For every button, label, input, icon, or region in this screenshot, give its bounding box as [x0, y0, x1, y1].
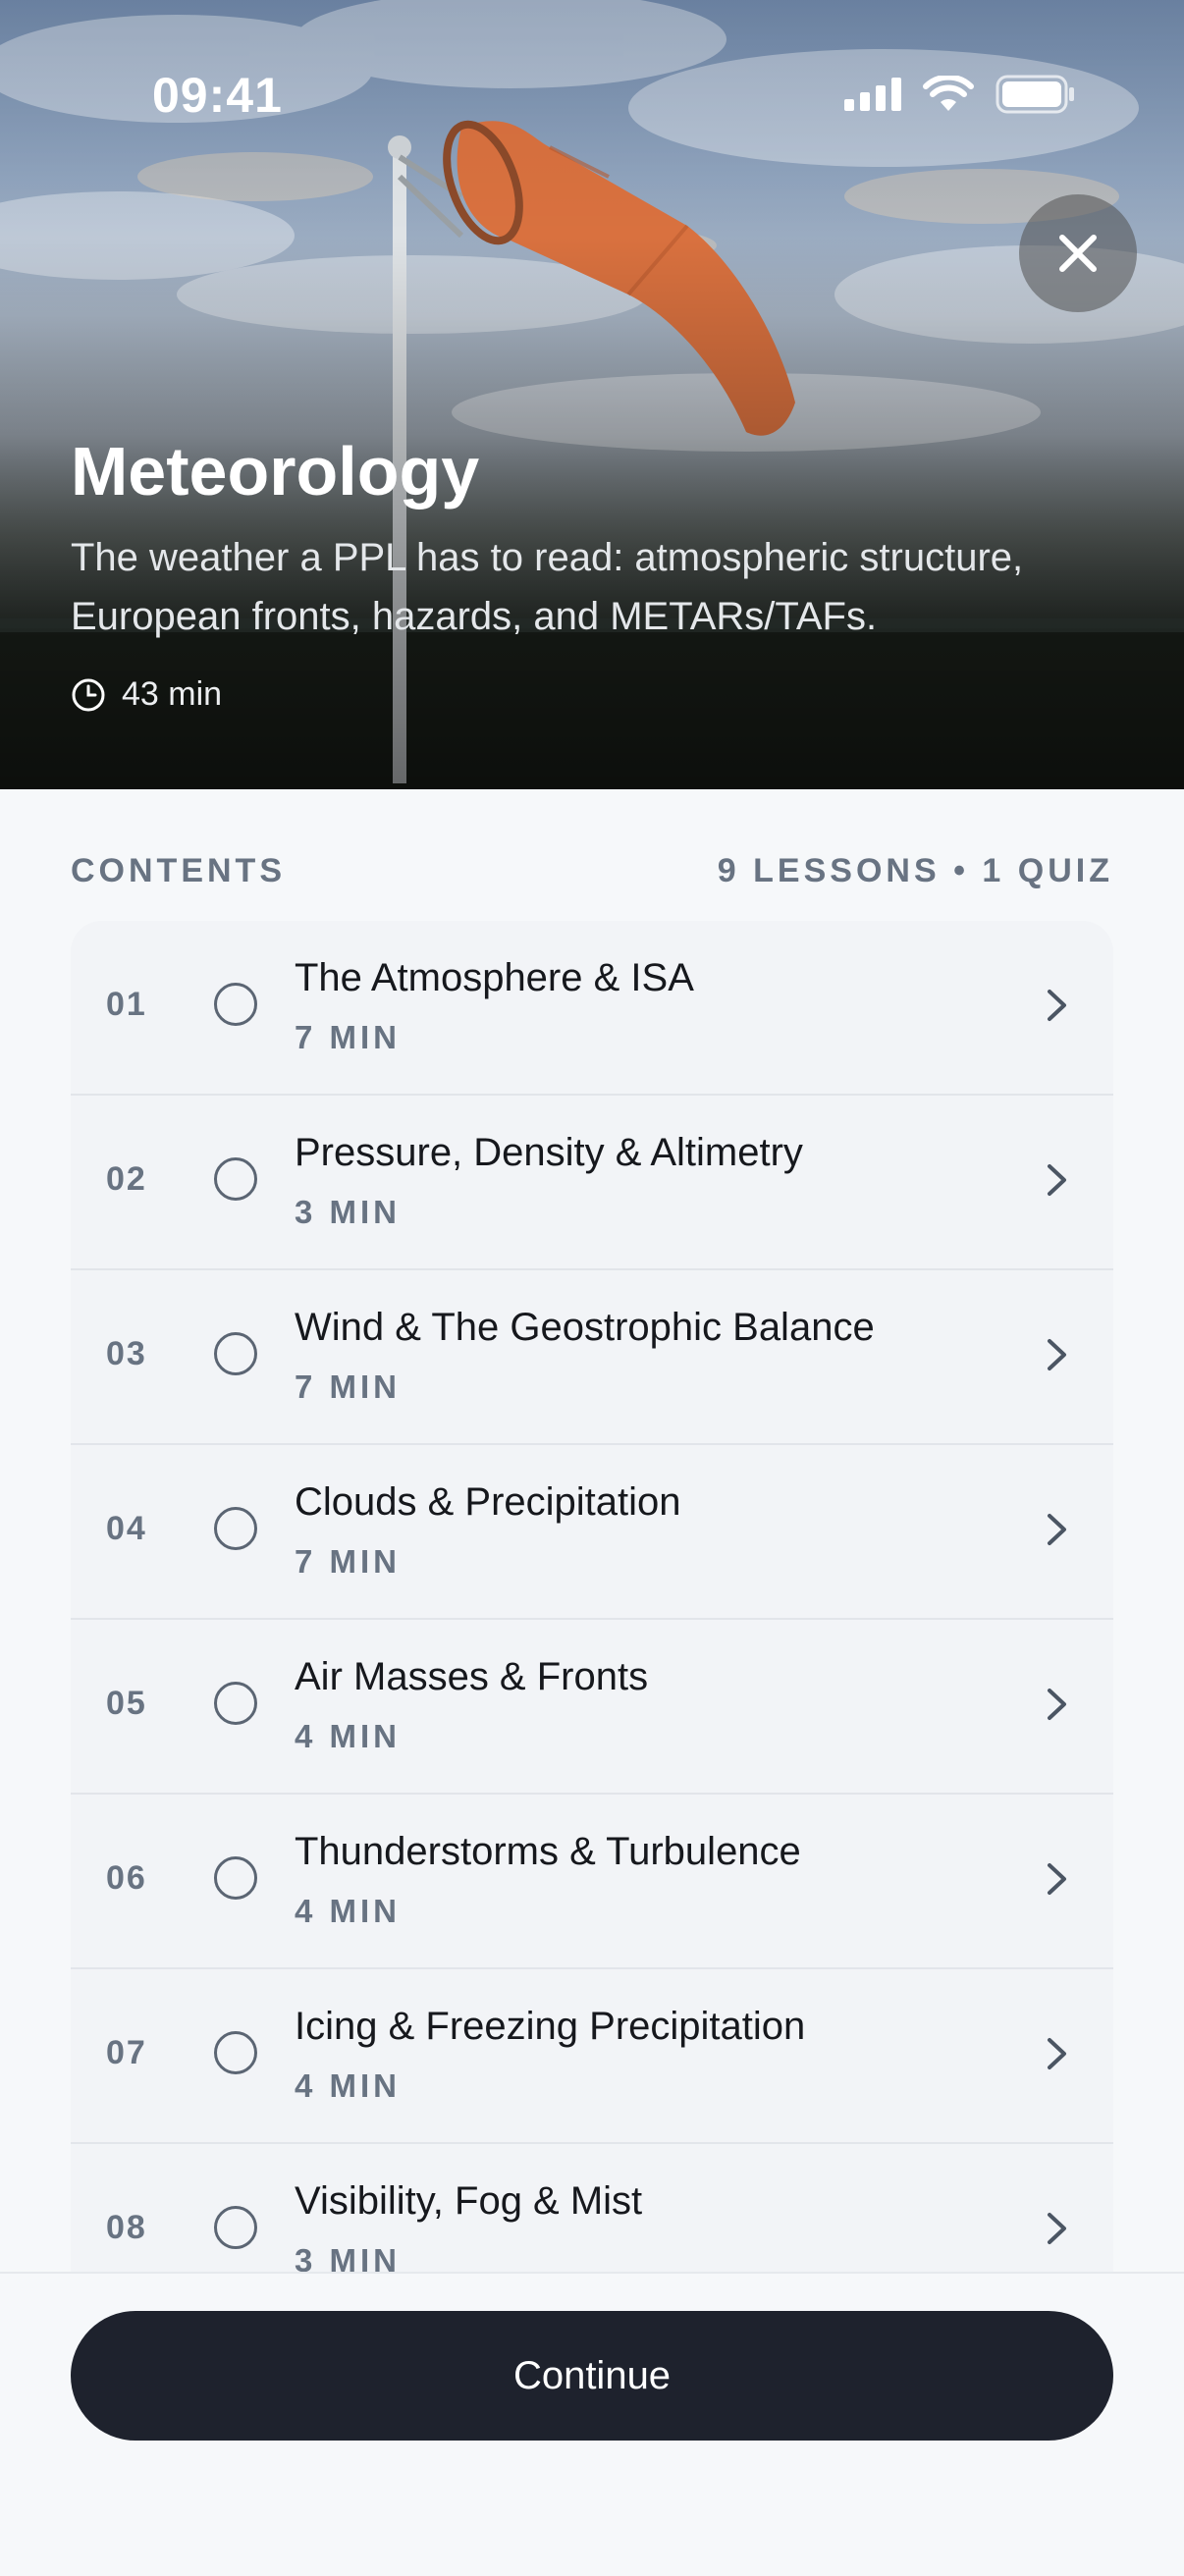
lesson-title: Pressure, Density & Altimetry — [295, 1131, 803, 1174]
lesson-number: 04 — [106, 1510, 147, 1547]
lesson-title: Air Masses & Fronts — [295, 1655, 649, 1698]
chevron-right-icon — [1048, 1863, 1066, 1895]
radio-circle-icon — [214, 1682, 257, 1725]
duration-text: 43 min — [122, 675, 223, 713]
contents-summary: 9 LESSONS • 1 QUIZ — [717, 852, 1113, 889]
lesson-row[interactable]: 06 Thunderstorms & Turbulence 4 MIN — [71, 1795, 1113, 1969]
lesson-row[interactable]: 05 Air Masses & Fronts 4 MIN — [71, 1620, 1113, 1795]
page-title: Meteorology — [71, 433, 480, 510]
contents-heading: CONTENTS — [71, 852, 286, 889]
lesson-title: Icing & Freezing Precipitation — [295, 2005, 806, 2048]
lesson-number: 05 — [106, 1685, 147, 1722]
clock-icon — [72, 678, 105, 711]
status-time: 09:41 — [152, 68, 283, 123]
lesson-duration: 4 MIN — [295, 1718, 402, 1754]
bottom-action-bar: Continue — [0, 2272, 1184, 2576]
wifi-icon — [923, 76, 974, 111]
course-description: The weather a PPL has to read: atmospher… — [71, 536, 1024, 638]
continue-button[interactable]: Continue — [71, 2311, 1113, 2441]
radio-circle-icon — [214, 1332, 257, 1375]
lesson-title: Thunderstorms & Turbulence — [295, 1830, 801, 1873]
chevron-right-icon — [1048, 1689, 1066, 1720]
signal-icon — [844, 78, 901, 111]
radio-circle-icon — [214, 1856, 257, 1900]
lesson-number: 06 — [106, 1859, 147, 1897]
status-bar: 09:41 — [0, 0, 1184, 128]
lesson-duration: 4 MIN — [295, 1893, 402, 1929]
lesson-number: 01 — [106, 986, 147, 1023]
contents-header: CONTENTS 9 LESSONS • 1 QUIZ — [71, 852, 1113, 890]
lesson-duration: 7 MIN — [295, 1368, 402, 1405]
close-icon — [1059, 235, 1097, 272]
lesson-number: 08 — [106, 2209, 147, 2246]
chevron-right-icon — [1048, 1164, 1066, 1196]
lesson-number: 07 — [106, 2034, 147, 2071]
lesson-duration: 4 MIN — [295, 2067, 402, 2104]
radio-circle-icon — [214, 983, 257, 1026]
radio-circle-icon — [214, 2031, 257, 2074]
chevron-right-icon — [1048, 2038, 1066, 2069]
radio-circle-icon — [214, 2206, 257, 2249]
lesson-duration: 7 MIN — [295, 1019, 402, 1055]
lesson-row[interactable]: 04 Clouds & Precipitation 7 MIN — [71, 1445, 1113, 1620]
hero-header: 09:41 Meteorology The weather a PPL has … — [0, 0, 1184, 789]
lesson-row[interactable]: 02 Pressure, Density & Altimetry 3 MIN — [71, 1096, 1113, 1270]
lesson-number: 03 — [106, 1335, 147, 1372]
lesson-duration: 7 MIN — [295, 1543, 402, 1580]
lesson-duration: 3 MIN — [295, 1194, 402, 1230]
status-icons — [844, 75, 1076, 114]
lesson-title: Wind & The Geostrophic Balance — [295, 1306, 875, 1349]
lesson-row[interactable]: 07 Icing & Freezing Precipitation 4 MIN — [71, 1969, 1113, 2144]
lesson-row[interactable]: 01 The Atmosphere & ISA 7 MIN — [71, 921, 1113, 1096]
radio-circle-icon — [214, 1507, 257, 1550]
lesson-title: Visibility, Fog & Mist — [295, 2179, 643, 2223]
close-button[interactable] — [1019, 194, 1137, 312]
chevron-right-icon — [1048, 2213, 1066, 2244]
chevron-right-icon — [1048, 1514, 1066, 1545]
lesson-title: Clouds & Precipitation — [295, 1480, 681, 1524]
chevron-right-icon — [1048, 990, 1066, 1021]
lesson-number: 02 — [106, 1160, 147, 1198]
lesson-list: 01 The Atmosphere & ISA 7 MIN 02 Pressur… — [71, 921, 1113, 2319]
chevron-right-icon — [1048, 1339, 1066, 1370]
battery-icon — [996, 75, 1074, 114]
radio-circle-icon — [214, 1157, 257, 1201]
course-duration: 43 min — [71, 675, 222, 714]
lesson-title: The Atmosphere & ISA — [295, 956, 694, 999]
lesson-row[interactable]: 03 Wind & The Geostrophic Balance 7 MIN — [71, 1270, 1113, 1445]
